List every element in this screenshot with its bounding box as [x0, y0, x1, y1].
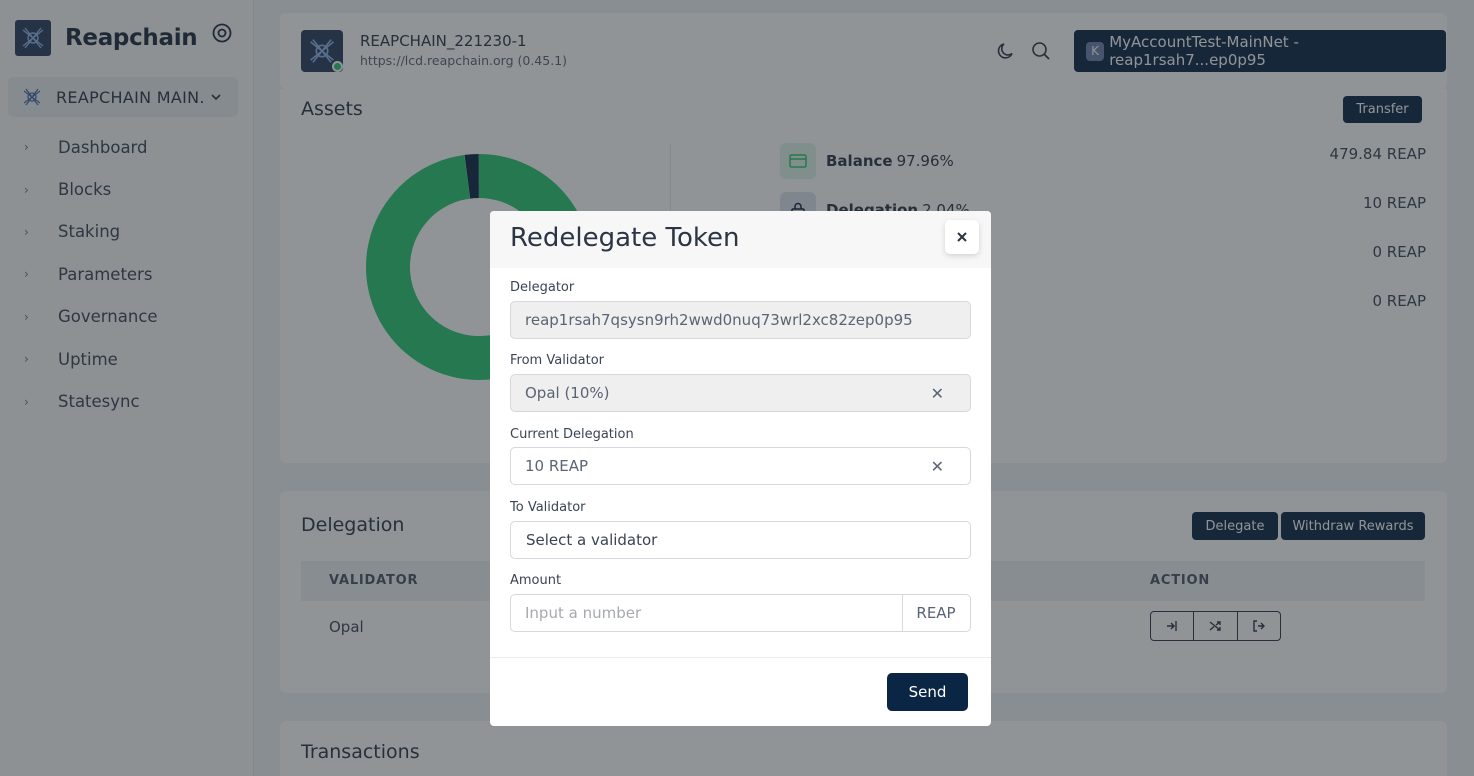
to-validator-placeholder: Select a validator — [526, 531, 658, 549]
current-delegation-value: 10 REAP — [525, 457, 589, 475]
current-delegation-label: Current Delegation — [510, 427, 634, 442]
close-button[interactable] — [945, 220, 979, 254]
clear-icon[interactable]: ✕ — [931, 457, 944, 476]
modal-header: Redelegate Token — [490, 211, 991, 268]
from-validator-select[interactable]: Opal (10%) ✕ — [510, 374, 971, 412]
amount-placeholder: Input a number — [525, 604, 642, 622]
to-validator-label: To Validator — [510, 500, 586, 515]
from-validator-label: From Validator — [510, 353, 605, 368]
from-validator-value: Opal (10%) — [525, 384, 610, 402]
send-button[interactable]: Send — [887, 673, 968, 711]
to-validator-select[interactable]: Select a validator — [510, 521, 971, 559]
amount-unit: REAP — [902, 594, 971, 632]
close-icon — [957, 232, 967, 242]
redelegate-modal: Redelegate Token Delegator reap1rsah7qsy… — [490, 211, 991, 726]
delegator-value: reap1rsah7qsysn9rh2wwd0nuq73wrl2xc82zep0… — [525, 311, 913, 329]
clear-icon[interactable]: ✕ — [931, 384, 944, 403]
divider — [490, 657, 991, 658]
amount-input[interactable]: Input a number — [510, 594, 903, 632]
delegator-field: reap1rsah7qsysn9rh2wwd0nuq73wrl2xc82zep0… — [510, 301, 971, 339]
modal-title: Redelegate Token — [510, 223, 740, 253]
delegator-label: Delegator — [510, 280, 575, 295]
current-delegation-select[interactable]: 10 REAP ✕ — [510, 447, 971, 485]
amount-label: Amount — [510, 573, 562, 588]
